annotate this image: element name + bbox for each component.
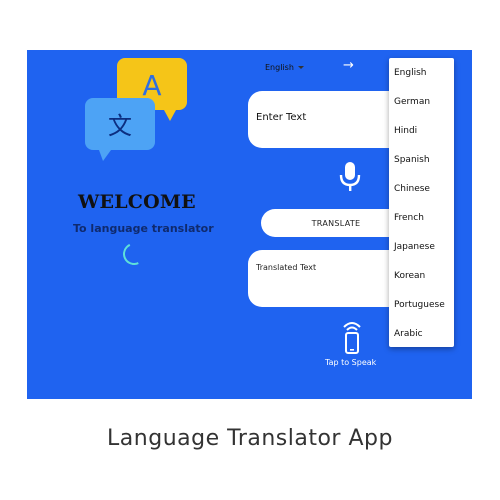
tap-to-speak-icon[interactable] <box>340 320 364 354</box>
source-language-label: English <box>265 63 294 72</box>
language-option[interactable]: Hindi <box>389 116 454 145</box>
tap-to-speak-label: Tap to Speak <box>325 358 377 367</box>
welcome-subtitle: To language translator <box>73 222 214 235</box>
dropdown-caret-icon <box>297 66 304 69</box>
app-screen: A 文 WELCOME To language translator Engli… <box>27 50 472 399</box>
language-option[interactable]: Portuguese <box>389 290 454 319</box>
microphone-icon[interactable] <box>339 161 361 193</box>
language-option[interactable]: Arabic <box>389 319 454 348</box>
page-caption: Language Translator App <box>107 426 393 451</box>
language-option[interactable]: German <box>389 87 454 116</box>
language-dropdown-menu: English German Hindi Spanish Chinese Fre… <box>389 58 454 347</box>
translate-logo-icon: A 文 <box>85 58 187 161</box>
input-text-field[interactable]: Enter Text <box>248 91 408 148</box>
output-placeholder: Translated Text <box>256 263 317 272</box>
loading-spinner <box>119 239 149 269</box>
language-option[interactable]: French <box>389 203 454 232</box>
input-placeholder: Enter Text <box>256 112 307 123</box>
language-option[interactable]: Japanese <box>389 232 454 261</box>
logo-letter-cjk: 文 <box>108 112 132 140</box>
source-language-select[interactable]: English <box>265 63 304 72</box>
logo-letter-a: A <box>142 69 161 102</box>
language-option[interactable]: Spanish <box>389 145 454 174</box>
language-option[interactable]: English <box>389 58 454 87</box>
swap-arrow-icon[interactable]: → <box>343 58 354 73</box>
output-text-field: Translated Text <box>248 250 408 307</box>
welcome-title: WELCOME <box>78 191 196 213</box>
language-option[interactable]: Chinese <box>389 174 454 203</box>
language-option[interactable]: Korean <box>389 261 454 290</box>
